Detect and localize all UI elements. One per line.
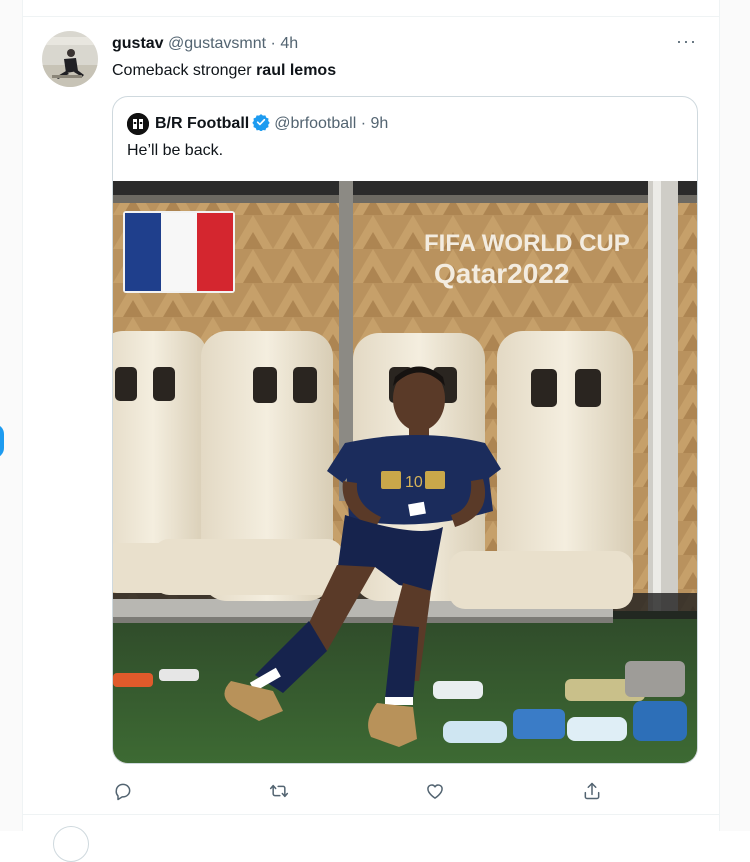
separator: · [360,115,367,132]
page-background-left [0,0,22,831]
quoted-tweet-text: He’ll be back. [127,142,224,159]
sign-line-2: Qatar2022 [434,258,569,289]
author-name[interactable]: gustav [112,35,164,52]
verified-badge-icon [252,114,270,131]
next-tweet-avatar[interactable] [53,826,89,862]
divider [23,16,719,17]
tweet-text-body: Comeback stronger [112,62,257,79]
quoted-tweet-card[interactable]: B/R Football @brfootball · 9h He’ll be ba… [112,96,698,764]
tweet-header: gustav @gustavsmnt · 4h [112,35,298,53]
quoted-author-name[interactable]: B/R Football [155,115,249,132]
quoted-author-avatar[interactable] [127,113,149,135]
tweet-timestamp[interactable]: 4h [280,35,298,52]
quoted-author-handle[interactable]: @brfootball [274,115,356,132]
quoted-tweet-header: B/R Football @brfootball · 9h [155,113,388,134]
tweet-media-image[interactable]: FIFA WORLD CUP Qatar2022 10 [113,181,697,763]
tweet-actions [0,781,750,801]
jersey-number: 10 [405,474,423,491]
avatar[interactable] [42,31,98,87]
share-icon[interactable] [582,781,602,801]
retweet-icon[interactable] [269,781,289,801]
br-logo-icon [127,113,149,135]
sign-line-1: FIFA WORLD CUP [424,230,630,257]
quoted-tweet-timestamp[interactable]: 9h [371,115,389,132]
divider [23,814,719,815]
separator: · [270,35,276,52]
author-handle[interactable]: @gustavsmnt [168,35,266,52]
like-icon[interactable] [425,781,445,801]
tweet-text: Comeback stronger raul lemos [112,61,336,81]
france-flag [123,211,235,293]
mention-link[interactable]: raul lemos [256,62,336,79]
page-background-right [718,0,750,831]
more-options-icon[interactable]: ··· [676,32,697,50]
reply-icon[interactable] [113,781,133,801]
